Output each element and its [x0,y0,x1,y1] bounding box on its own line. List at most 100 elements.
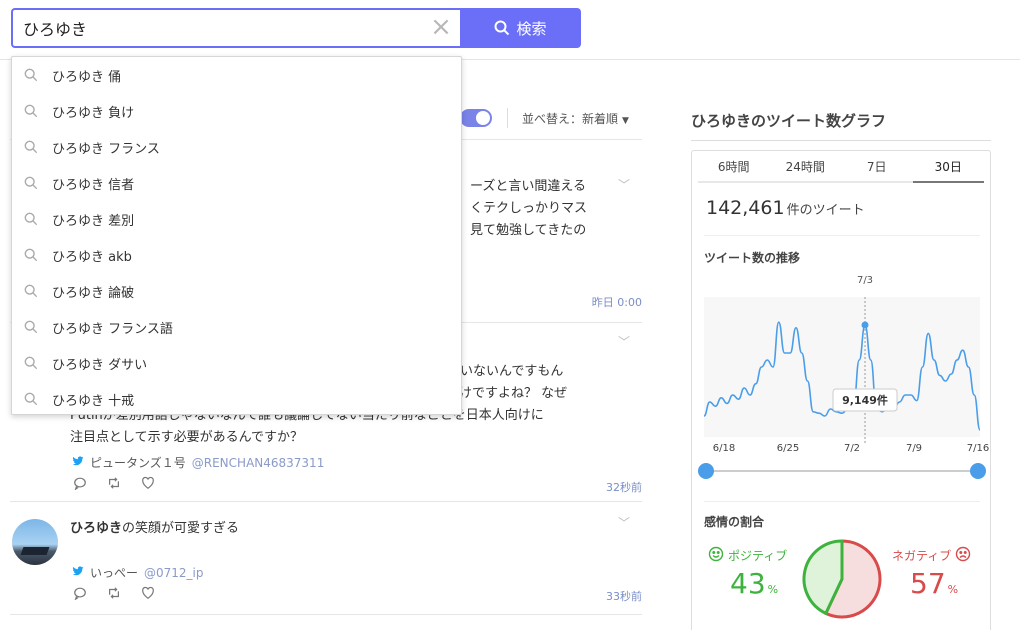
suggestion-text: ひろゆき 俑 [52,69,122,85]
like-icon[interactable] [141,586,155,600]
suggestion-item[interactable]: ひろゆき 俑 [12,57,461,93]
search-icon [24,248,38,262]
search-button[interactable]: 検索 [460,8,581,48]
suggestion-text: ひろゆき 論破 [52,285,135,301]
suggestion-text: ひろゆき 十戒 [52,393,135,409]
tweet-text-line: 見て勉強してきたの [470,223,587,238]
close-icon[interactable]: × [429,14,453,40]
search-icon [24,392,38,406]
percent-unit: % [947,583,959,596]
tweet-actions [73,476,155,490]
positive-label: ポジティブ [728,549,788,563]
sentiment-donut [802,539,882,619]
author-handle: @RENCHAN46837311 [191,455,325,470]
suggestion-text: ひろゆき フランス [52,141,160,157]
highlight-date: 7/3 [857,275,873,286]
negative-label: ネガティブ [892,549,952,563]
search-icon [24,212,38,226]
positive-ratio: ポジティブ 43% [708,546,798,600]
search-icon [24,176,38,190]
tweet-text-line: くテクしっかりマス [470,201,588,216]
tab-3[interactable]: 30日 [912,157,984,183]
range-slider-handle-start[interactable] [698,463,714,479]
search-icon [24,284,38,298]
plot-area [704,297,980,437]
chevron-down-icon[interactable]: ﹀ [618,514,630,531]
positive-percent: 43 [730,567,766,600]
suggestion-item[interactable]: ひろゆき フランス [12,129,461,165]
highlight-value: 9,149件 [842,393,888,407]
top-bar: × 検索 [0,0,1020,60]
filter-toggle[interactable] [460,109,492,127]
tweet-text-line: 注目点として示す必要があるんですか？ [70,430,303,445]
panel-title: ひろゆきのツイート数グラフ [691,112,887,130]
tweet-time[interactable]: 32秒前 [606,479,642,495]
range-tabs: 6時間 24時間 7日 30日 [698,157,984,183]
reply-icon[interactable] [73,476,87,490]
suggestion-item[interactable]: ひろゆき 負け [12,93,461,129]
suggestion-item[interactable]: ひろゆき 差別 [12,201,461,237]
twitter-bird-icon [72,455,84,470]
tweet-text: ひろゆきの笑顔が可愛すぎる [70,518,590,540]
retweet-icon[interactable] [107,476,121,490]
highlight-point [861,321,869,329]
highlighted-keyword: ひろゆき [70,521,123,536]
suggestion-item[interactable]: ひろゆき ダサい [12,345,461,381]
tweet-count-panel: ひろゆきのツイート数グラフ 6時間 24時間 7日 30日 142,461 件のツイート… [691,100,991,630]
caret-down-icon: ▼ [622,116,629,126]
tweet-author[interactable]: ピュータンズ１号 @RENCHAN46837311 [72,454,324,471]
suggestion-item[interactable]: ひろゆき 論破 [12,273,461,309]
x-tick-label: 6/18 [713,443,735,454]
tweet-text: ーズと言い間違える くテクしっかりマス 見て勉強してきたの [470,176,610,242]
suggestion-item[interactable]: ひろゆき 十戒 [12,381,461,417]
tweet-text-line: ーズと言い間違える [470,179,586,194]
chevron-down-icon[interactable]: ﹀ [618,176,630,193]
suggestion-text: ひろゆき 信者 [52,177,135,193]
chevron-down-icon[interactable]: ﹀ [618,333,630,350]
tab-1[interactable]: 24時間 [769,157,841,183]
percent-unit: % [767,583,779,596]
total-count-unit: 件のツイート [786,203,865,218]
frown-icon [955,546,971,565]
tweet-time[interactable]: 33秒前 [606,588,642,604]
search-input[interactable] [11,8,460,48]
x-tick-label: 7/2 [844,443,860,454]
tab-0[interactable]: 6時間 [698,157,770,183]
divider [704,235,980,236]
author-name: いっぺー [90,566,139,580]
search-icon [24,356,38,370]
suggestion-text: ひろゆき akb [52,249,132,265]
sort-select[interactable]: 並べ替え：新着順 ▼ [522,110,629,127]
avatar[interactable] [12,519,58,565]
retweet-icon[interactable] [107,586,121,600]
divider [704,501,980,502]
suggestion-text: ひろゆき 負け [52,105,135,121]
negative-percent: 57 [910,567,946,600]
reply-icon[interactable] [73,586,87,600]
suggestion-item[interactable]: ひろゆき 信者 [12,165,461,201]
tweet-time[interactable]: 昨日 0:00 [592,294,642,310]
divider [691,140,991,141]
total-count: 142,461 件のツイート [706,197,865,219]
suggestion-text: ひろゆき ダサい [52,357,148,373]
trend-chart[interactable]: 7/3 9,149件 6/18 6/25 7/2 7/9 7/16 [692,269,992,494]
search-icon [24,140,38,154]
x-tick-label: 7/16 [967,443,989,454]
sort-label: 並べ替え：新着順 [522,112,619,126]
suggestion-text: ひろゆき フランス語 [52,321,173,337]
suggestion-item[interactable]: ひろゆき フランス語 [12,309,461,345]
range-slider-handle-end[interactable] [970,463,986,479]
like-icon[interactable] [141,476,155,490]
tweet-actions [73,586,155,600]
negative-ratio: ネガティブ 57% [892,546,982,600]
author-handle: @0712_ip [144,565,204,580]
x-tick-label: 6/25 [777,443,799,454]
total-count-value: 142,461 [706,197,785,219]
divider [507,108,508,128]
search-suggestions: ひろゆき 俑ひろゆき 負け ひろゆき フランス ひろゆき 信者 ひろゆき 差別 ひろゆき… [11,56,462,415]
tab-2[interactable]: 7日 [841,157,913,183]
tweet-author[interactable]: いっぺー @0712_ip [72,564,204,581]
suggestion-text: ひろゆき 差別 [52,213,135,229]
suggestion-item[interactable]: ひろゆき akb [12,237,461,273]
search-button-label: 検索 [516,19,547,38]
